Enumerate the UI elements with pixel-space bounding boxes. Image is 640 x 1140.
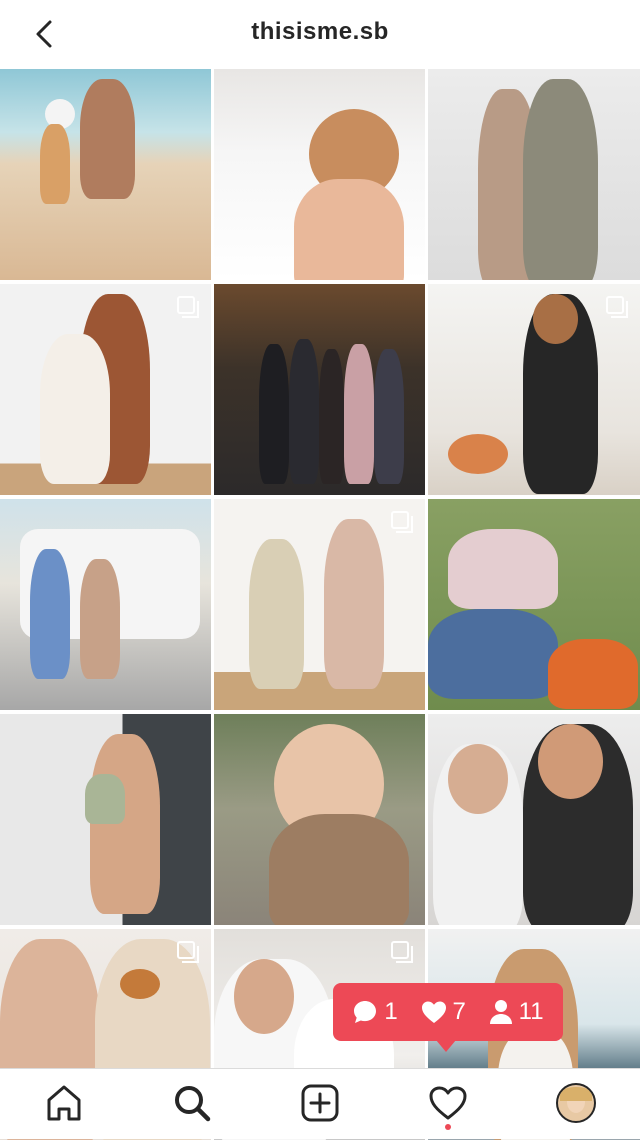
likes-count-value: 7: [452, 998, 466, 1025]
post-thumbnail[interactable]: [0, 499, 211, 710]
post-thumbnail[interactable]: [214, 499, 425, 710]
multiple-posts-icon: [606, 296, 628, 318]
heart-icon: [429, 1086, 467, 1120]
post-thumbnail[interactable]: [214, 69, 425, 280]
post-thumbnail[interactable]: [0, 69, 211, 280]
activity-indicator-dot: [445, 1124, 451, 1130]
post-thumbnail[interactable]: [214, 714, 425, 925]
bottom-tab-bar: [0, 1068, 640, 1139]
heart-filled-icon: [421, 1001, 446, 1023]
activity-notification-bubble[interactable]: 1 7 11: [333, 983, 563, 1041]
tab-new-post[interactable]: [298, 1081, 342, 1125]
multiple-posts-icon: [177, 296, 199, 318]
post-thumbnail[interactable]: [428, 284, 640, 495]
person-icon: [489, 1000, 512, 1024]
post-thumbnail[interactable]: [428, 714, 640, 925]
comment-icon: [354, 1001, 377, 1023]
tab-search[interactable]: [170, 1081, 214, 1125]
search-icon: [175, 1086, 211, 1122]
comments-count: 1: [352, 998, 398, 1026]
multiple-posts-icon: [391, 511, 413, 533]
plus-square-icon: [301, 1084, 339, 1122]
avatar: [556, 1083, 596, 1123]
tab-home[interactable]: [42, 1081, 86, 1125]
multiple-posts-icon: [177, 941, 199, 963]
post-thumbnail[interactable]: [0, 714, 211, 925]
post-thumbnail[interactable]: [214, 284, 425, 495]
post-thumbnail[interactable]: [0, 284, 211, 495]
follows-count: 11: [489, 998, 544, 1026]
photo-grid: [0, 69, 640, 1140]
comments-count-value: 1: [384, 998, 398, 1025]
multiple-posts-icon: [391, 941, 413, 963]
home-icon: [47, 1085, 81, 1121]
tab-activity[interactable]: [426, 1081, 470, 1125]
profile-username: thisisme.sb: [251, 18, 389, 45]
notification-bubble-tail: [436, 1040, 456, 1052]
header: thisisme.sb: [0, 0, 640, 68]
follows-count-value: 11: [518, 998, 544, 1025]
tab-profile[interactable]: [554, 1081, 598, 1125]
likes-count: 7: [421, 998, 466, 1026]
post-thumbnail[interactable]: [428, 499, 640, 710]
post-thumbnail[interactable]: [428, 69, 640, 280]
